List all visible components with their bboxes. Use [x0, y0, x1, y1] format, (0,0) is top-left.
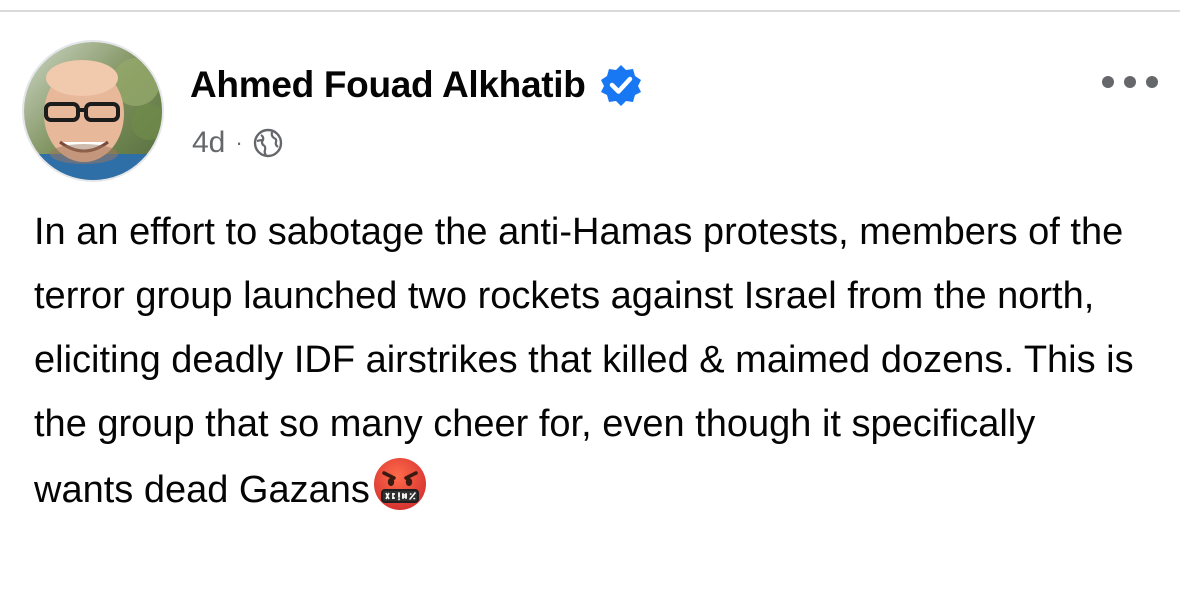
- meta-separator: ·: [235, 130, 243, 155]
- more-horizontal-icon: [1102, 76, 1114, 88]
- verified-badge-icon: [600, 64, 642, 106]
- more-options-button[interactable]: [1102, 70, 1158, 94]
- more-horizontal-icon: [1124, 76, 1136, 88]
- author-row: Ahmed Fouad Alkhatib: [190, 64, 642, 106]
- post-card: Ahmed Fouad Alkhatib 4d · In an effort t…: [0, 12, 1180, 600]
- post-text: In an effort to sabotage the anti-Hamas …: [34, 211, 1134, 511]
- post-meta: 4d ·: [192, 126, 283, 160]
- avatar-photo: [24, 42, 162, 180]
- more-horizontal-icon: [1146, 76, 1158, 88]
- post-timestamp[interactable]: 4d: [192, 126, 225, 160]
- top-divider: [0, 0, 1180, 12]
- post-body: In an effort to sabotage the anti-Hamas …: [34, 200, 1144, 522]
- face-with-symbols-on-mouth-icon: [372, 456, 428, 512]
- globe-icon[interactable]: [253, 128, 283, 158]
- author-name[interactable]: Ahmed Fouad Alkhatib: [190, 64, 586, 106]
- author-avatar[interactable]: [22, 40, 164, 182]
